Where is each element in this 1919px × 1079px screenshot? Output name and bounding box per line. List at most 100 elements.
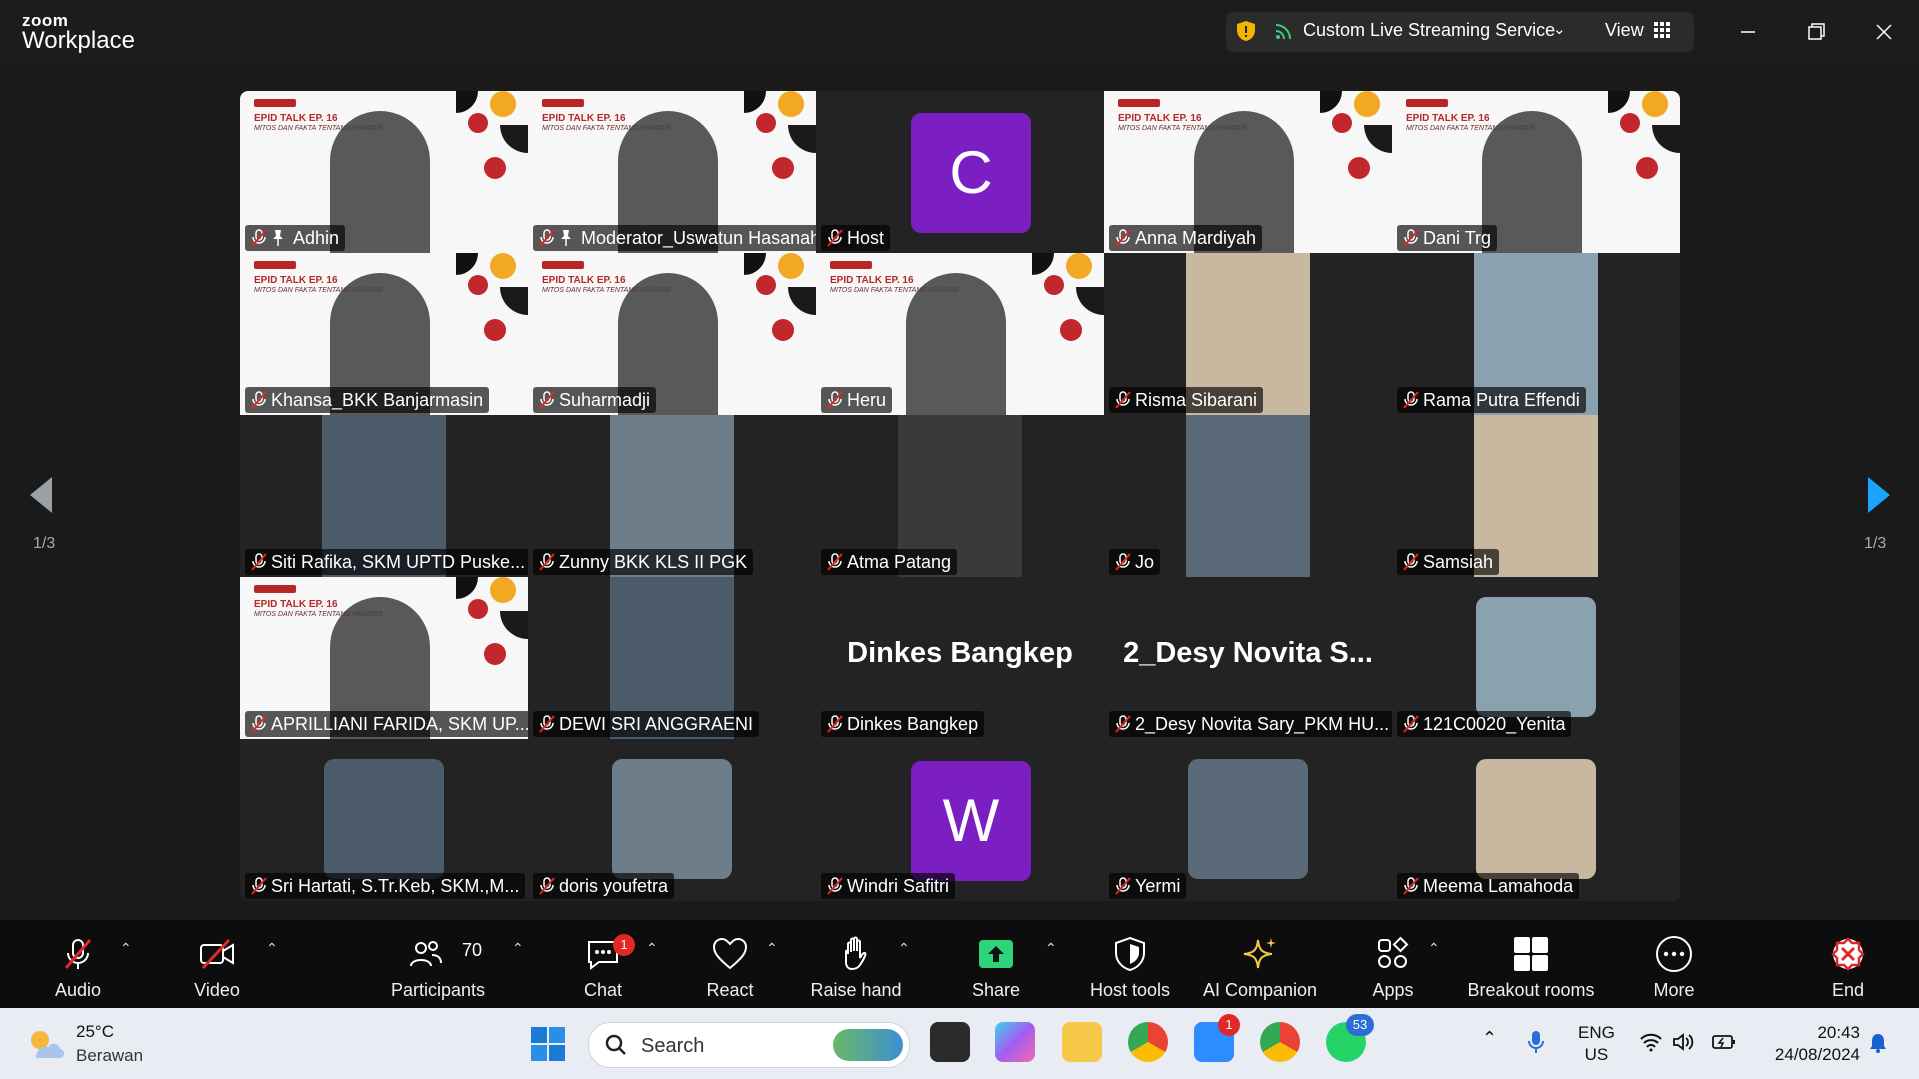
apps-button[interactable]: Apps: [1353, 920, 1433, 1008]
participant-photo: [324, 759, 444, 879]
weather-temp[interactable]: 25°C: [76, 1022, 114, 1042]
slide-logo: [254, 261, 296, 269]
view-button[interactable]: View: [1605, 20, 1644, 41]
cloudy-weather-icon[interactable]: [24, 1024, 68, 1064]
grid-icon[interactable]: [1654, 22, 1670, 38]
share-button[interactable]: Share: [956, 920, 1036, 1008]
weather-desc[interactable]: Berawan: [76, 1046, 143, 1066]
participant-tile[interactable]: Siti Rafika, SKM UPTD Puske...: [240, 415, 528, 577]
raise-hand-button[interactable]: Raise hand: [801, 920, 911, 1008]
microphone-muted-icon: [1403, 391, 1419, 409]
windows-start-icon[interactable]: [530, 1026, 566, 1062]
react-options-caret-icon[interactable]: ⌃: [766, 940, 778, 957]
participant-tile[interactable]: Rama Putra Effendi: [1392, 253, 1680, 415]
chrome-profile-icon[interactable]: [1260, 1022, 1300, 1062]
participant-tile[interactable]: EPID TALK EP. 16 MITOS DAN FAKTA TENTANG …: [1392, 91, 1680, 253]
file-explorer-icon[interactable]: [1062, 1022, 1102, 1062]
apps-options-caret-icon[interactable]: ⌃: [1428, 940, 1440, 957]
tray-chevron-up-icon[interactable]: ⌃: [1482, 1028, 1497, 1049]
microphone-muted-icon: [251, 715, 267, 733]
chrome-icon[interactable]: [1128, 1022, 1168, 1062]
react-button[interactable]: React: [690, 920, 770, 1008]
participant-tile[interactable]: EPID TALK EP. 16 MITOS DAN FAKTA TENTANG …: [816, 253, 1104, 415]
participant-tile[interactable]: DEWI SRI ANGGRAENI: [528, 577, 816, 739]
participant-name-tag: Atma Patang: [821, 549, 958, 575]
participant-tile[interactable]: Meema Lamahoda: [1392, 739, 1680, 901]
microphone-muted-icon: [827, 391, 843, 409]
participant-tile[interactable]: Risma Sibarani: [1104, 253, 1392, 415]
participant-name: Dani Trg: [1423, 228, 1492, 248]
video-gallery: EPID TALK EP. 16 MITOS DAN FAKTA TENTANG …: [240, 91, 1680, 901]
microphone-muted-icon: [539, 877, 555, 895]
volume-icon[interactable]: [1672, 1032, 1694, 1052]
wifi-icon[interactable]: [1640, 1032, 1662, 1052]
copilot-icon[interactable]: [995, 1022, 1035, 1062]
chat-options-caret-icon[interactable]: ⌃: [646, 940, 658, 957]
participant-tile[interactable]: Atma Patang: [816, 415, 1104, 577]
battery-icon[interactable]: [1712, 1034, 1736, 1050]
participant-tile[interactable]: EPID TALK EP. 16 MITOS DAN FAKTA TENTANG …: [528, 91, 816, 253]
participant-tile[interactable]: Dinkes Bangkep Dinkes Bangkep: [816, 577, 1104, 739]
clock-date: 24/08/2024: [1774, 1045, 1860, 1064]
share-options-caret-icon[interactable]: ⌃: [1045, 940, 1057, 957]
stream-label[interactable]: Custom Live Streaming Service: [1303, 20, 1555, 41]
participant-name-tag: Zunny BKK KLS II PGK: [533, 549, 754, 575]
language-indicator[interactable]: ENG US: [1578, 1022, 1615, 1066]
search-highlight-image: [833, 1029, 903, 1061]
previous-page-icon[interactable]: [28, 475, 54, 515]
participant-tile[interactable]: 121C0020_Yenita: [1392, 577, 1680, 739]
participant-tile[interactable]: EPID TALK EP. 16 MITOS DAN FAKTA TENTANG …: [1104, 91, 1392, 253]
notification-bell-icon[interactable]: [1868, 1032, 1888, 1054]
breakout-rooms-button[interactable]: Breakout rooms: [1458, 920, 1604, 1008]
video-button[interactable]: Video: [177, 920, 257, 1008]
participant-name: Adhin: [293, 228, 340, 248]
close-icon[interactable]: [1868, 16, 1900, 48]
taskbar-search[interactable]: Search: [588, 1022, 910, 1068]
participant-name-tag: Jo: [1109, 549, 1161, 575]
participant-tile[interactable]: C Host: [816, 91, 1104, 253]
participants-options-caret-icon[interactable]: ⌃: [512, 940, 524, 957]
participant-tile[interactable]: EPID TALK EP. 16 MITOS DAN FAKTA TENTANG …: [240, 91, 528, 253]
host-tools-button[interactable]: Host tools: [1080, 920, 1180, 1008]
participant-tile[interactable]: doris youfetra: [528, 739, 816, 901]
ai-companion-button[interactable]: AI Companion: [1195, 920, 1325, 1008]
participant-tile[interactable]: Jo: [1104, 415, 1392, 577]
participant-tile[interactable]: EPID TALK EP. 16 MITOS DAN FAKTA TENTANG …: [240, 253, 528, 415]
participant-tile[interactable]: Sri Hartati, S.Tr.Keb, SKM.,M...: [240, 739, 528, 901]
more-button[interactable]: More: [1634, 920, 1714, 1008]
chat-button[interactable]: 1 Chat: [563, 920, 643, 1008]
system-clock[interactable]: 20:43 24/08/2024: [1760, 1022, 1860, 1066]
minimize-icon[interactable]: [1732, 16, 1764, 48]
region-code: US: [1584, 1045, 1609, 1064]
participants-button[interactable]: 70 Participants: [378, 920, 498, 1008]
raise-hand-options-caret-icon[interactable]: ⌃: [898, 940, 910, 957]
chevron-down-icon[interactable]: ⌄: [1553, 20, 1566, 38]
microphone-muted-icon: [1115, 391, 1131, 409]
end-meeting-button[interactable]: End: [1808, 920, 1888, 1008]
audio-button[interactable]: Audio: [38, 920, 118, 1008]
tray-microphone-icon[interactable]: [1528, 1030, 1544, 1054]
participant-name: Khansa_BKK Banjarmasin: [271, 390, 484, 410]
participant-tile[interactable]: EPID TALK EP. 16 MITOS DAN FAKTA TENTANG …: [528, 253, 816, 415]
task-view-icon[interactable]: [930, 1022, 970, 1062]
participant-tile[interactable]: Zunny BKK KLS II PGK: [528, 415, 816, 577]
participant-name-tag: Rama Putra Effendi: [1397, 387, 1586, 413]
participant-name-tag: Windri Safitri: [821, 873, 956, 899]
shield-icon[interactable]: [1236, 20, 1256, 42]
raise-hand-label: Raise hand: [810, 980, 902, 1000]
participant-name-tag: Yermi: [1109, 873, 1187, 899]
audio-options-caret-icon[interactable]: ⌃: [120, 940, 132, 957]
participant-tile[interactable]: 2_Desy Novita S... 2_Desy Novita Sary_PKM…: [1104, 577, 1392, 739]
next-page-icon[interactable]: [1866, 475, 1892, 515]
participant-tile[interactable]: EPID TALK EP. 16 MITOS DAN FAKTA TENTANG …: [240, 577, 528, 739]
chat-badge: 1: [613, 934, 635, 956]
participant-tile[interactable]: Yermi: [1104, 739, 1392, 901]
restore-icon[interactable]: [1800, 16, 1832, 48]
logo-bottom: Workplace: [22, 27, 135, 54]
video-options-caret-icon[interactable]: ⌃: [266, 940, 278, 957]
participant-name-tag: APRILLIANI FARIDA, SKM UP...: [245, 711, 528, 737]
participant-tile[interactable]: Samsiah: [1392, 415, 1680, 577]
participant-tile[interactable]: W Windri Safitri: [816, 739, 1104, 901]
microphone-muted-icon: [539, 229, 555, 247]
pin-icon: [561, 230, 571, 246]
